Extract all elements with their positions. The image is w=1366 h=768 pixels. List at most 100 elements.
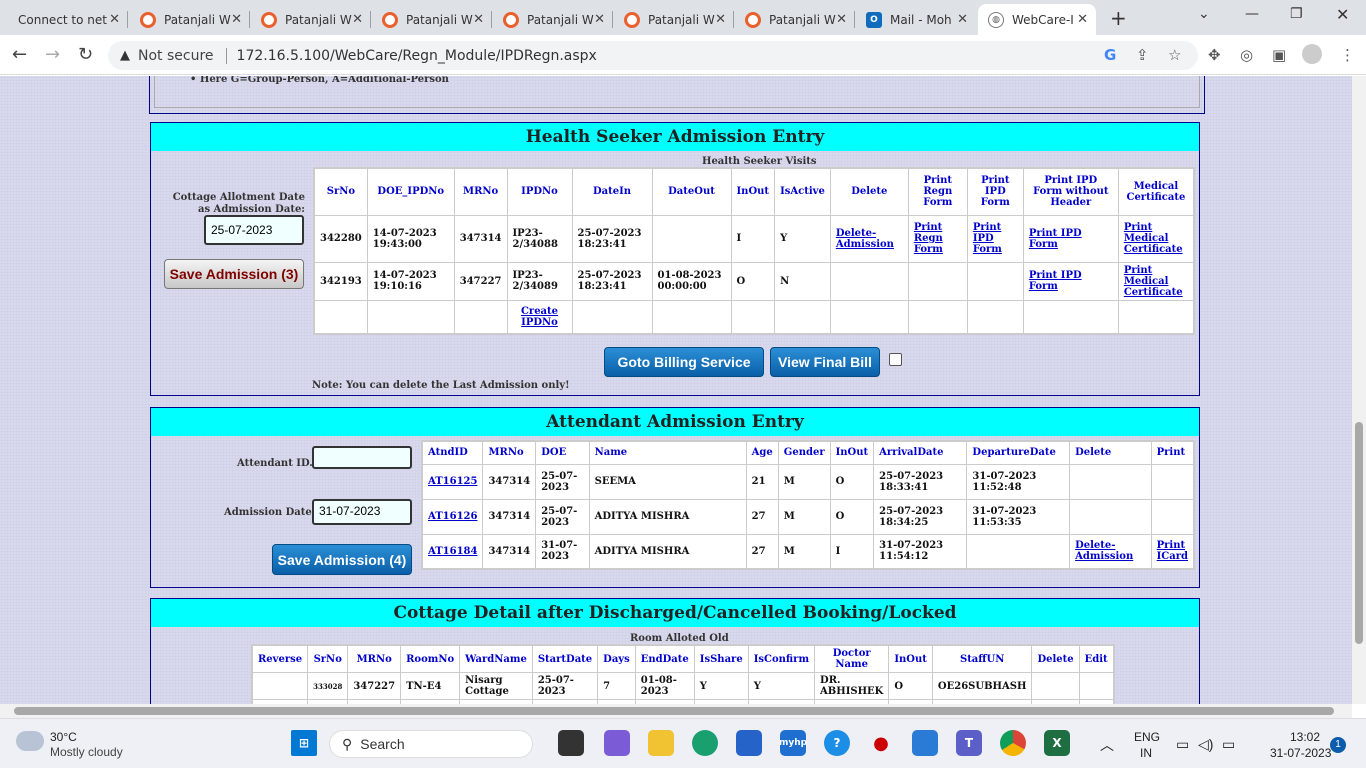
close-icon[interactable]: ✕ <box>109 12 120 27</box>
file-explorer-icon[interactable] <box>648 730 674 756</box>
close-icon[interactable]: ✕ <box>231 12 242 27</box>
battery-icon[interactable]: ▭ <box>1222 736 1235 753</box>
atnd-id-link[interactable]: AT16125 <box>428 476 477 487</box>
vpn-icon[interactable] <box>912 730 938 756</box>
col-header: DateIn <box>571 167 653 216</box>
profile-avatar[interactable] <box>1302 44 1322 64</box>
tab-label: Patanjali W <box>406 12 473 27</box>
print-medical-certificate-link[interactable]: Print Medical Certificate <box>1124 222 1183 255</box>
weather-text[interactable]: Mostly cloudy <box>50 745 123 759</box>
store-icon[interactable] <box>736 730 762 756</box>
tab-4[interactable]: Patanjali W ✕ <box>372 4 492 35</box>
print-regn-form-link[interactable]: Print Regn Form <box>914 222 943 255</box>
cell: M <box>777 498 831 535</box>
horizontal-scrollbar[interactable] <box>0 704 1352 718</box>
taskbar-search[interactable]: ⚲ Search <box>329 730 533 758</box>
windows-start-icon[interactable]: ⊞ <box>291 730 317 756</box>
myhp-icon[interactable]: myhp <box>779 730 807 756</box>
extensions-icon[interactable]: ✥ <box>1208 46 1221 64</box>
performance-icon[interactable]: ◎ <box>1240 46 1253 64</box>
tab-1[interactable]: Connect to net ✕ <box>8 4 128 35</box>
chevron-down-icon[interactable]: ⌄ <box>1198 6 1210 22</box>
col-header: Age <box>745 440 779 465</box>
delete-admission-link[interactable]: Delete-Admission <box>836 228 894 250</box>
edge-icon[interactable] <box>692 730 718 756</box>
final-bill-checkbox[interactable] <box>889 353 902 366</box>
tab-8[interactable]: O Mail - Moh ✕ <box>856 4 976 35</box>
print-medical-certificate-link[interactable]: Print Medical Certificate <box>1124 265 1183 298</box>
cell: OE26SUBHASH <box>931 672 1033 700</box>
close-icon[interactable]: ✕ <box>473 12 484 27</box>
close-icon[interactable]: ✕ <box>715 12 726 27</box>
close-icon[interactable]: ✕ <box>594 12 605 27</box>
task-view-icon[interactable] <box>558 730 584 756</box>
network-icon[interactable]: ▭ <box>1176 736 1189 753</box>
tab-label: Patanjali W <box>648 12 715 27</box>
share-icon[interactable]: ⇪ <box>1136 46 1149 64</box>
forward-arrow-icon[interactable]: → <box>45 44 60 65</box>
new-tab-icon[interactable]: + <box>1110 6 1127 30</box>
clock-date[interactable]: 31-07-2023 <box>1270 746 1331 760</box>
goto-billing-button[interactable]: Goto Billing Service <box>604 347 764 377</box>
weather-temp[interactable]: 30°C <box>50 730 77 744</box>
close-icon[interactable]: ✕ <box>836 12 847 27</box>
col-header: IPDNo <box>506 167 573 216</box>
tab-label: Mail - Moh <box>890 12 952 27</box>
meet-icon[interactable] <box>604 730 630 756</box>
close-icon[interactable]: ✕ <box>1077 12 1088 27</box>
tab-7[interactable]: Patanjali W ✕ <box>735 4 855 35</box>
restore-icon[interactable]: ❐ <box>1290 6 1303 22</box>
vertical-scrollbar[interactable] <box>1352 76 1366 704</box>
notification-badge[interactable]: 1 <box>1330 737 1346 753</box>
language-label[interactable]: ENG <box>1134 730 1160 744</box>
close-window-icon[interactable]: ✕ <box>1336 5 1349 24</box>
volume-icon[interactable]: ◁) <box>1198 736 1213 753</box>
tab-active[interactable]: ◍ WebCare-I ✕ <box>978 4 1096 35</box>
url-text[interactable]: 172.16.5.100/WebCare/Regn_Module/IPDRegn… <box>237 48 597 64</box>
create-ipdno-link[interactable]: Create IPDNo <box>521 306 558 328</box>
delete-admission-link[interactable]: Delete-Admission <box>1075 540 1133 562</box>
sidebar-icon[interactable]: ▣ <box>1272 46 1286 64</box>
teams-icon[interactable]: T <box>956 730 982 756</box>
record-icon[interactable]: ● <box>868 730 894 756</box>
atnd-id-link[interactable]: AT16184 <box>428 546 477 557</box>
minimize-icon[interactable]: — <box>1245 6 1259 22</box>
help-icon[interactable]: ? <box>824 730 850 756</box>
tab-3[interactable]: Patanjali W ✕ <box>251 4 371 35</box>
excel-icon[interactable]: X <box>1044 730 1070 756</box>
google-icon[interactable]: G <box>1104 46 1116 64</box>
save-admission-button[interactable]: Save Admission (3) <box>164 259 304 289</box>
cell: N <box>774 261 831 301</box>
print-ipd-no-header-link[interactable]: Print IPD Form <box>1029 270 1082 292</box>
cell: DR. ABHISHEK <box>814 672 890 700</box>
save-attendant-button[interactable]: Save Admission (4) <box>272 544 412 575</box>
attendant-id-input[interactable] <box>312 446 412 469</box>
attendant-date-input[interactable]: 31-07-2023 <box>312 499 412 525</box>
tab-6[interactable]: Patanjali W ✕ <box>614 4 734 35</box>
close-icon[interactable]: ✕ <box>957 12 968 27</box>
col-header: Doctor Name <box>814 644 890 673</box>
tab-5[interactable]: Patanjali W ✕ <box>493 4 613 35</box>
admission-date-input[interactable]: 25-07-2023 <box>204 215 304 245</box>
clock-time[interactable]: 13:02 <box>1290 730 1320 744</box>
print-ipd-form-link[interactable]: Print IPD Form <box>973 222 1002 255</box>
outlook-icon: O <box>866 11 882 28</box>
print-icard-link[interactable]: Print ICard <box>1157 540 1188 562</box>
close-icon[interactable]: ✕ <box>352 12 363 27</box>
col-header: Print IPD Form <box>966 167 1024 216</box>
back-arrow-icon[interactable]: ← <box>12 44 27 65</box>
tab-strip: Connect to net ✕ Patanjali W ✕ Patanjali W… <box>0 0 1366 35</box>
print-ipd-no-header-link[interactable]: Print IPD Form <box>1029 228 1082 250</box>
chevron-up-icon[interactable]: ︿ <box>1100 735 1114 755</box>
cell: O <box>829 463 875 500</box>
atnd-id-link[interactable]: AT16126 <box>428 511 477 522</box>
address-bar[interactable]: ▲ Not secure 172.16.5.100/WebCare/Regn_M… <box>108 41 1198 70</box>
chrome-icon[interactable] <box>1000 730 1026 756</box>
region-label[interactable]: IN <box>1140 746 1152 760</box>
cell: 31-07-2023 <box>535 533 590 570</box>
reload-icon[interactable]: ↻ <box>78 44 93 65</box>
star-icon[interactable]: ☆ <box>1168 46 1181 64</box>
view-final-bill-button[interactable]: View Final Bill <box>770 347 880 377</box>
menu-icon[interactable]: ⋮ <box>1340 46 1355 64</box>
tab-2[interactable]: Patanjali W ✕ <box>130 4 250 35</box>
